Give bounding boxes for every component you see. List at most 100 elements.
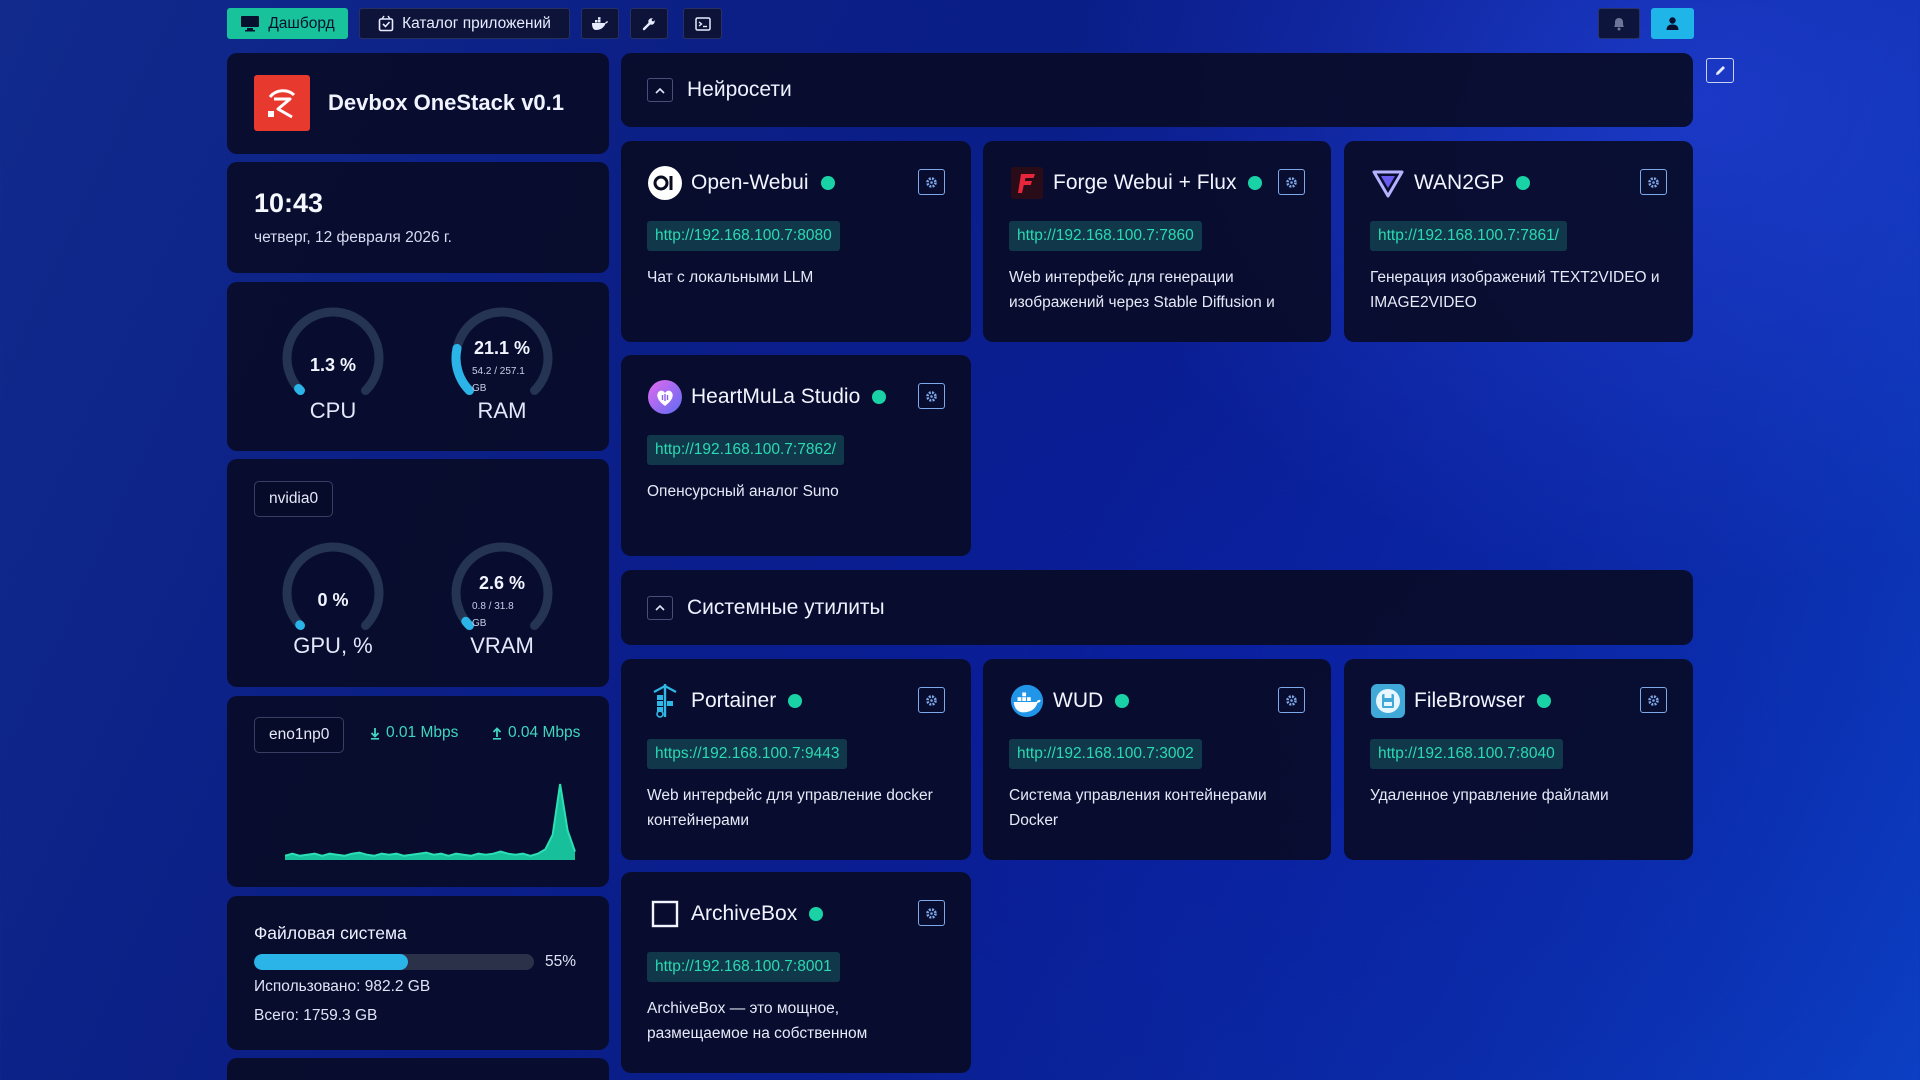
- download-rate: 0.01 Mbps: [370, 724, 458, 742]
- monitor-icon: [241, 16, 260, 32]
- upload-arrow-icon: [492, 726, 502, 740]
- network-interface-selector[interactable]: eno1np0: [254, 717, 345, 753]
- app-url-link[interactable]: http://192.168.100.7:3002: [1009, 739, 1202, 769]
- app-name: ArchiveBox: [691, 902, 798, 925]
- gear-icon: [926, 390, 937, 402]
- app-settings-button[interactable]: [1640, 687, 1667, 713]
- app-settings-button[interactable]: [1278, 687, 1305, 713]
- user-button[interactable]: [1651, 8, 1694, 39]
- archivebox-icon: [647, 896, 683, 932]
- app-description: Web интерфейс для управление docker конт…: [647, 787, 933, 829]
- app-card-wan2gp[interactable]: WAN2GP http://192.168.100.7:7861/ Генера…: [1344, 141, 1693, 342]
- app-url-link[interactable]: https://192.168.100.7:9443: [647, 739, 848, 769]
- app-description: Удаленное управление файлами: [1370, 787, 1609, 804]
- app-description: Генерация изображений TEXT2VIDEO и IMAGE…: [1370, 269, 1660, 311]
- app-url-link[interactable]: http://192.168.100.7:8040: [1370, 739, 1563, 769]
- gear-icon: [1648, 694, 1659, 706]
- cpu-label: CPU: [309, 398, 357, 423]
- app-card-heartmula-studio[interactable]: HeartMuLa Studio http://192.168.100.7:78…: [621, 355, 971, 556]
- app-description: Web интерфейс для генерации изображений …: [1009, 269, 1275, 311]
- gpu-device-selector[interactable]: nvidia0: [254, 481, 334, 517]
- filesystem-total: Всего: 1759.3 GB: [254, 1007, 378, 1024]
- status-online-dot: [1536, 694, 1551, 708]
- app-settings-button[interactable]: [1640, 169, 1667, 195]
- tab-app-catalog[interactable]: Каталог приложений: [359, 8, 570, 39]
- pencil-icon: [1715, 66, 1725, 75]
- app-card-filebrowser[interactable]: FileBrowser http://192.168.100.7:8040 Уд…: [1344, 659, 1693, 860]
- section-title-system-utilities: Системные утилиты: [687, 595, 885, 619]
- wrench-icon: [642, 17, 655, 30]
- app-title: Portainer: [691, 689, 803, 713]
- app-url-link[interactable]: http://192.168.100.7:7862/: [647, 435, 844, 465]
- filesystem-usage-fill: [254, 954, 408, 970]
- vram-unit: GB: [472, 618, 487, 629]
- ram-unit: GB: [472, 383, 487, 394]
- app-url-link[interactable]: http://192.168.100.7:7860: [1009, 221, 1202, 251]
- heartmula-icon: [647, 379, 683, 415]
- filesystem-used: Использовано: 982.2 GB: [254, 978, 431, 995]
- app-name: WUD: [1053, 689, 1104, 712]
- app-description: Чат с локальными LLM: [647, 269, 814, 286]
- status-online-dot: [820, 176, 835, 190]
- edit-layout-button[interactable]: [1706, 58, 1734, 83]
- section-header-neural: Нейросети: [621, 53, 1693, 127]
- collapse-button-neural[interactable]: [647, 78, 673, 102]
- app-name: Open-Webui: [691, 171, 809, 194]
- upload-rate: 0.04 Mbps: [492, 724, 580, 742]
- app-name: Forge Webui + Flux: [1053, 171, 1237, 194]
- clock-panel: 10:43 четверг, 12 февраля 2026 г.: [227, 162, 609, 273]
- ram-detail: 54.2 / 257.1: [472, 366, 525, 377]
- app-settings-button[interactable]: [918, 900, 945, 926]
- gpu-panel: nvidia0 0 % GPU, % 2.6 % 0.8 / 31.8 GB V…: [227, 459, 609, 687]
- app-settings-button[interactable]: [918, 169, 945, 195]
- tab-dashboard-label: Дашборд: [268, 14, 335, 32]
- app-card-open-webui[interactable]: Open-Webui http://192.168.100.7:8080 Чат…: [621, 141, 971, 342]
- clock-time: 10:43: [254, 188, 324, 218]
- tools-button[interactable]: [630, 8, 668, 39]
- gear-icon: [926, 694, 937, 706]
- status-online-dot: [809, 907, 824, 921]
- app-url-link[interactable]: http://192.168.100.7:8080: [647, 221, 840, 251]
- tab-dashboard[interactable]: Дашборд: [227, 8, 348, 39]
- wan2gp-icon: [1370, 165, 1406, 201]
- status-online-dot: [788, 694, 803, 708]
- devbox-logo: [254, 75, 310, 131]
- upload-rate-value: 0.04 Mbps: [508, 724, 581, 741]
- app-title: WUD: [1053, 689, 1130, 713]
- vram-value: 2.6 %: [478, 573, 526, 593]
- cpu-value: 1.3 %: [309, 355, 357, 375]
- docker-button[interactable]: [581, 8, 619, 39]
- app-card-forge-webui[interactable]: Forge Webui + Flux http://192.168.100.7:…: [983, 141, 1331, 342]
- app-name: HeartMuLa Studio: [691, 385, 861, 408]
- notifications-button[interactable]: [1598, 8, 1640, 39]
- gear-icon: [926, 176, 937, 188]
- portainer-icon: [647, 683, 683, 719]
- app-card-portainer[interactable]: Portainer https://192.168.100.7:9443 Web…: [621, 659, 971, 860]
- filesystem-usage-bar: [254, 954, 534, 970]
- app-settings-button[interactable]: [918, 383, 945, 409]
- app-title: HeartMuLa Studio: [691, 385, 887, 409]
- terminal-icon: [694, 16, 711, 31]
- user-icon: [1666, 17, 1679, 30]
- network-panel: eno1np0 0.01 Mbps 0.04 Mbps: [227, 696, 609, 887]
- app-description: Опенсурсный аналог Suno: [647, 483, 839, 500]
- package-icon: [378, 15, 394, 32]
- ram-label: RAM: [477, 398, 527, 423]
- app-url-link[interactable]: http://192.168.100.7:7861/: [1370, 221, 1567, 251]
- app-title: Open-Webui: [691, 171, 835, 195]
- bell-icon: [1614, 18, 1624, 31]
- app-settings-button[interactable]: [918, 687, 945, 713]
- app-card-wud[interactable]: WUD http://192.168.100.7:3002 Система уп…: [983, 659, 1331, 860]
- wud-whale-icon: [1009, 683, 1045, 719]
- app-card-archivebox[interactable]: ArchiveBox http://192.168.100.7:8001 Arc…: [621, 872, 971, 1073]
- app-title: FileBrowser: [1414, 689, 1551, 713]
- gear-icon: [1286, 176, 1297, 188]
- app-title: Forge Webui + Flux: [1053, 171, 1263, 195]
- collapse-button-system-utilities[interactable]: [647, 595, 673, 620]
- app-url-link[interactable]: http://192.168.100.7:8001: [647, 952, 840, 982]
- app-settings-button[interactable]: [1278, 169, 1305, 195]
- terminal-button[interactable]: [683, 8, 722, 39]
- app-name: Portainer: [691, 689, 777, 712]
- vram-label: VRAM: [470, 633, 534, 658]
- tab-app-catalog-label: Каталог приложений: [402, 14, 551, 32]
